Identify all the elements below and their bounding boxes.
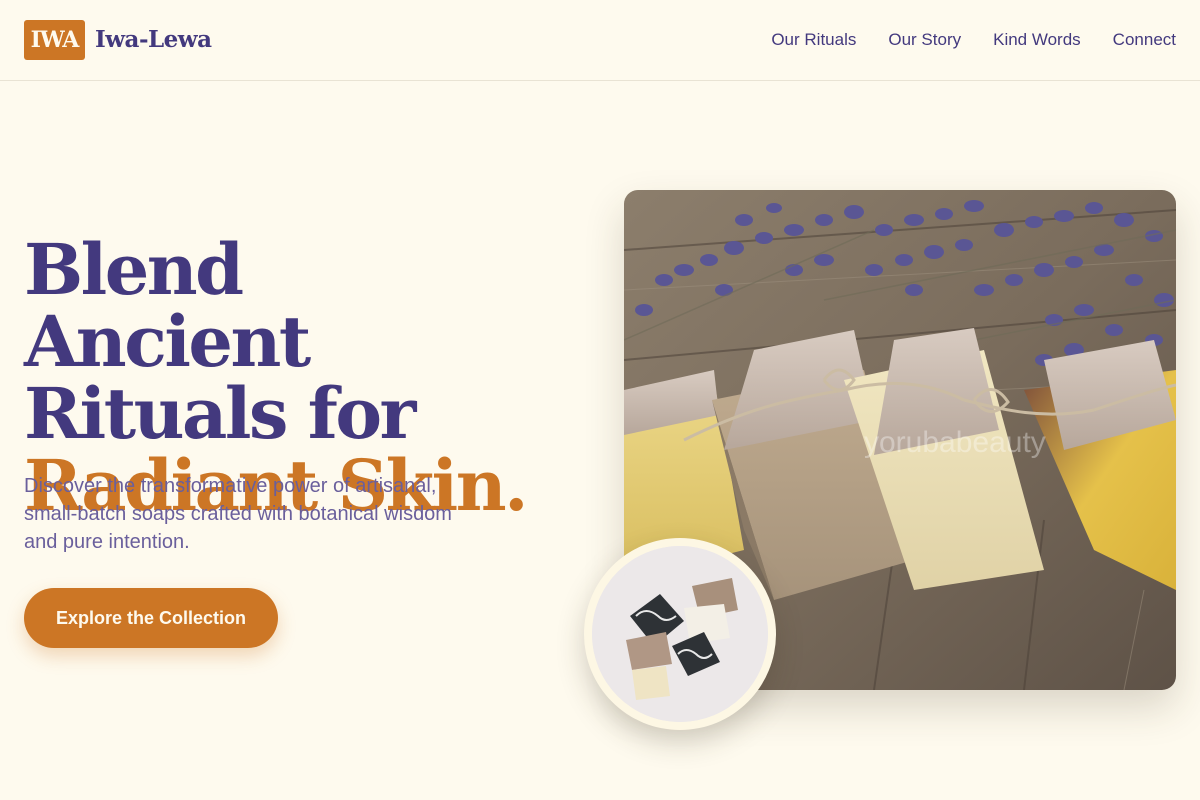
hero-subtext: Discover the transformative power of art… [24,475,452,553]
brand-name[interactable]: Iwa-Lewa [95,26,212,53]
nav-our-story[interactable]: Our Story [888,30,961,50]
nav-connect[interactable]: Connect [1113,30,1176,50]
site-header: IWA Iwa-Lewa Our Rituals Our Story Kind … [0,0,1200,81]
logo-mark[interactable]: IWA [24,20,85,60]
main-nav: Our Rituals Our Story Kind Words Connect [771,30,1176,50]
thumbnail-image [592,546,768,722]
explore-collection-button[interactable]: Explore the Collection [24,588,278,648]
nav-kind-words[interactable]: Kind Words [993,30,1081,50]
headline-line-2: Rituals for [24,372,416,455]
thumbnail-image-frame [584,538,776,730]
headline-line-1: Blend Ancient [24,228,311,383]
nav-our-rituals[interactable]: Our Rituals [771,30,856,50]
image-watermark: yorubabeauty [864,426,1046,459]
